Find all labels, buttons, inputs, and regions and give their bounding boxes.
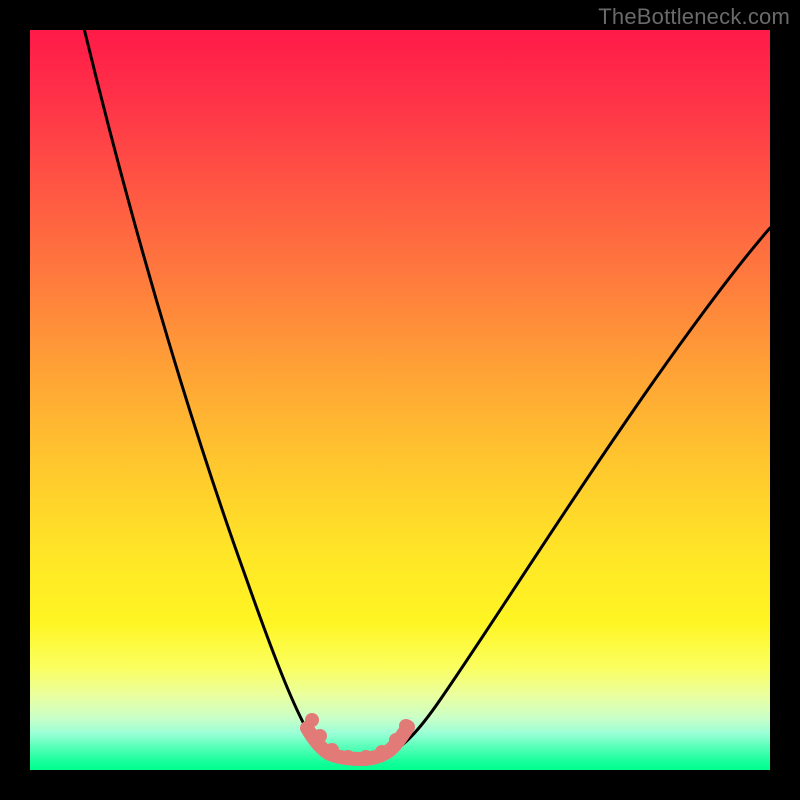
data-dot [399, 719, 413, 733]
data-dot [375, 745, 389, 759]
bottleneck-curve-left [82, 30, 328, 754]
data-dot [359, 750, 373, 764]
bottleneck-curve-right [388, 228, 770, 754]
data-dot [313, 729, 327, 743]
attribution-text: TheBottleneck.com [598, 4, 790, 30]
chart-root: TheBottleneck.com [0, 0, 800, 800]
data-dot [305, 713, 319, 727]
data-dot [325, 743, 339, 757]
data-dot [389, 733, 403, 747]
plot-area [30, 30, 770, 770]
curve-layer [30, 30, 770, 770]
data-dot [341, 750, 355, 764]
